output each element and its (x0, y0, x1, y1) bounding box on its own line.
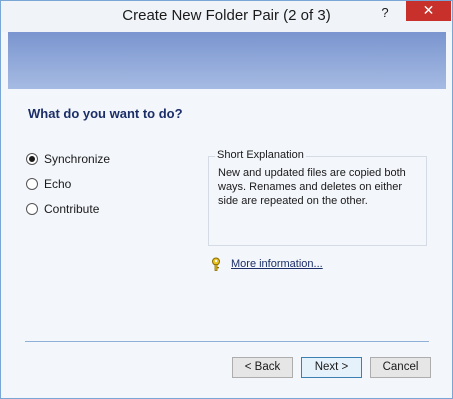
short-explanation-group: Short Explanation New and updated files … (208, 149, 427, 246)
echo-radio[interactable] (26, 178, 38, 190)
contribute-radio[interactable] (26, 203, 38, 215)
option-label: Echo (44, 177, 72, 191)
header-banner (8, 32, 446, 89)
title-bar: Create New Folder Pair (2 of 3) ? ✕ (1, 1, 452, 32)
synchronize-radio[interactable] (26, 153, 38, 165)
help-button[interactable]: ? (376, 4, 394, 22)
more-information-link[interactable]: More information... (231, 258, 323, 270)
explanation-text: New and updated files are copied both wa… (218, 167, 406, 207)
page-content: What do you want to do? Synchronize Echo… (8, 89, 446, 391)
option-synchronize[interactable]: Synchronize (26, 152, 110, 166)
cancel-button[interactable]: Cancel (370, 357, 431, 378)
dialog-window: Create New Folder Pair (2 of 3) ? ✕ What… (0, 0, 453, 399)
key-icon (212, 257, 220, 271)
back-button[interactable]: < Back (232, 357, 293, 378)
page-heading: What do you want to do? (28, 106, 183, 121)
option-contribute[interactable]: Contribute (26, 202, 99, 216)
divider (25, 341, 429, 342)
option-echo[interactable]: Echo (26, 177, 71, 191)
group-title: Short Explanation (215, 149, 306, 161)
option-label: Synchronize (44, 152, 111, 166)
more-information[interactable]: More information... (209, 257, 323, 271)
option-label: Contribute (44, 202, 100, 216)
close-button[interactable]: ✕ (406, 1, 451, 21)
next-button[interactable]: Next > (301, 357, 362, 378)
close-icon: ✕ (422, 3, 435, 19)
